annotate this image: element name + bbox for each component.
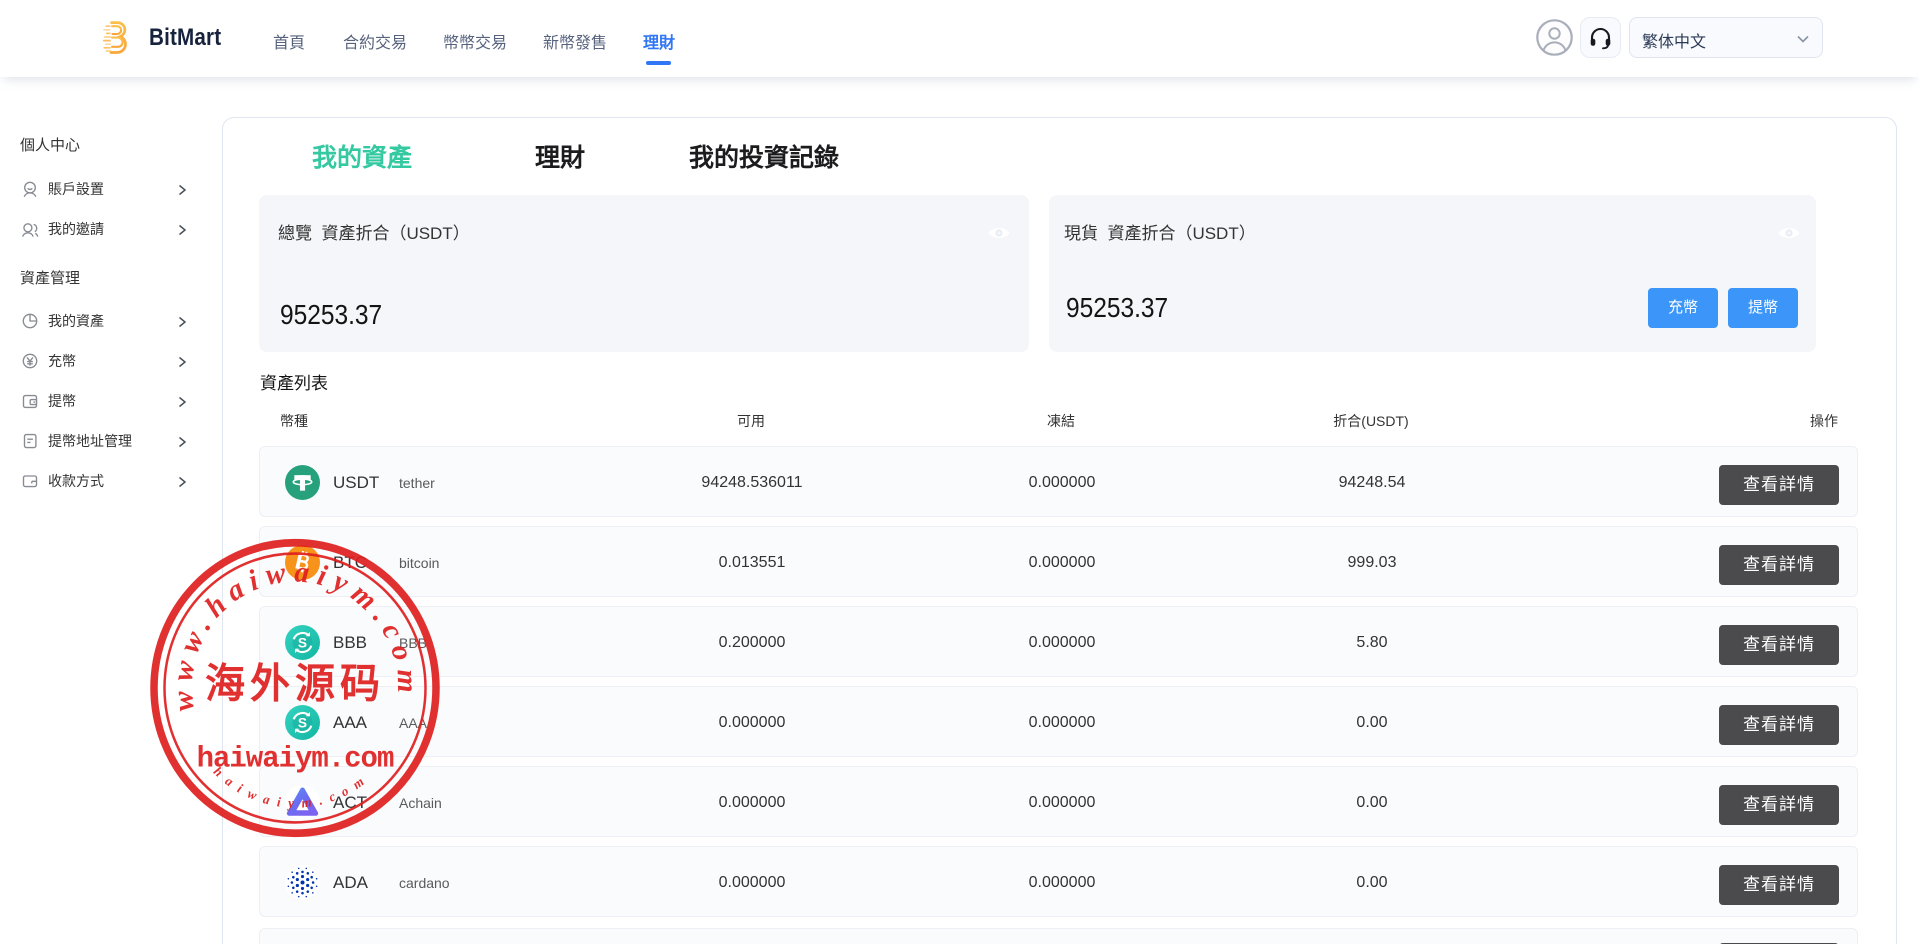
svg-text:haiwaiym.com: haiwaiym.com (197, 741, 394, 775)
svg-text:海外源码: 海外源码 (205, 661, 385, 707)
